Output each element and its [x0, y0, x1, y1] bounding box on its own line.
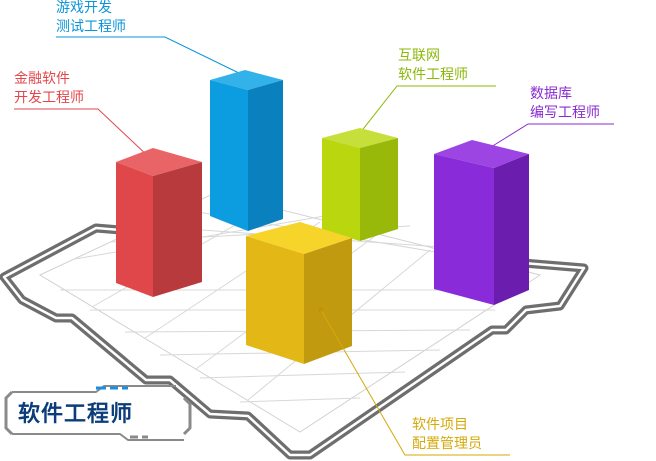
label-internet-line1: 互联网 [398, 48, 440, 64]
label-internet: 互联网 软件工程师 [398, 47, 468, 85]
label-database-line2: 编写工程师 [530, 105, 600, 121]
title-badge: 软件工程师 [18, 402, 134, 427]
label-database: 数据库 编写工程师 [530, 85, 600, 123]
label-finance-line1: 金融软件 [14, 71, 70, 87]
bar-game [210, 70, 283, 231]
label-config-line2: 配置管理员 [412, 436, 482, 452]
label-finance-line2: 开发工程师 [14, 90, 84, 106]
label-database-line1: 数据库 [530, 86, 572, 102]
isometric-chart [0, 36, 614, 460]
label-finance: 金融软件 开发工程师 [14, 70, 84, 108]
career-diagram: 金融软件 开发工程师 游戏开发 测试工程师 互联网 软件工程师 数据库 编写工程… [0, 0, 656, 461]
leader-line-finance [14, 108, 151, 159]
label-game: 游戏开发 测试工程师 [56, 0, 126, 37]
leader-line-game [56, 36, 244, 76]
bar-finance [116, 148, 202, 297]
label-internet-line2: 软件工程师 [398, 67, 468, 83]
label-config-line1: 软件项目 [412, 417, 468, 433]
bar-config [246, 222, 352, 364]
label-config: 软件项目 配置管理员 [412, 416, 482, 454]
label-game-line2: 测试工程师 [56, 19, 126, 35]
leader-line-internet [359, 85, 496, 134]
bar-database [434, 140, 529, 305]
label-game-line1: 游戏开发 [56, 0, 112, 16]
bar-internet [322, 128, 398, 241]
